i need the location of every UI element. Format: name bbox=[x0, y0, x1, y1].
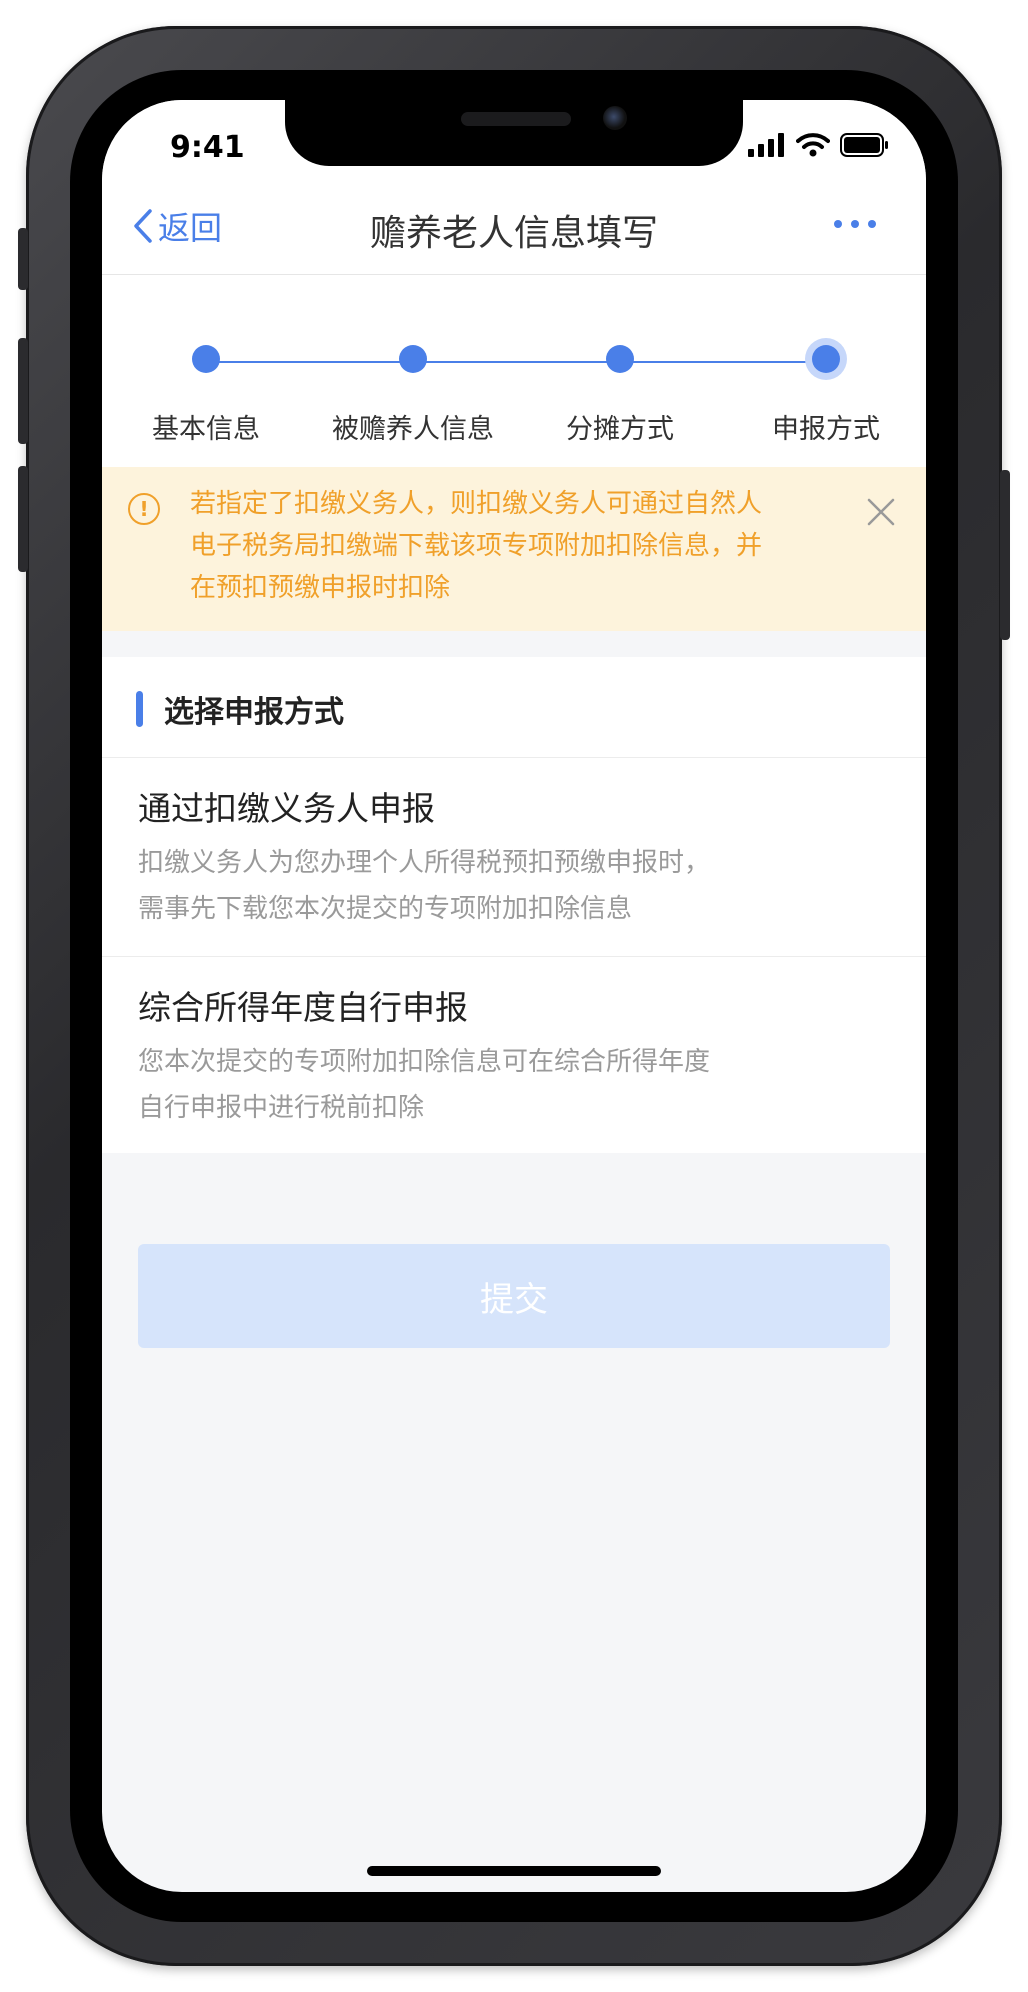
step-dependent-info: 被赡养人信息 bbox=[313, 345, 513, 446]
notice-banner: ! 若指定了扣缴义务人，则扣缴义务人可通过自然人 电子税务局扣缴端下载该项专项附… bbox=[102, 467, 926, 631]
section-accent-bar bbox=[136, 691, 143, 727]
wifi-icon bbox=[796, 133, 830, 157]
more-dot-icon bbox=[851, 220, 859, 228]
option-content: 通过扣缴义务人申报 扣缴义务人为您办理个人所得税预扣预缴申报时， 需事先下载您本… bbox=[138, 786, 890, 932]
option-self-annual-declaration[interactable]: 综合所得年度自行申报 您本次提交的专项附加扣除信息可在综合所得年度 自行申报中进… bbox=[102, 956, 926, 1155]
battery-icon bbox=[840, 133, 888, 157]
option-desc-line: 您本次提交的专项附加扣除信息可在综合所得年度 bbox=[138, 1047, 711, 1077]
notice-line: 若指定了扣缴义务人，则扣缴义务人可通过自然人 bbox=[190, 489, 763, 519]
option-title: 综合所得年度自行申报 bbox=[138, 988, 468, 1027]
notice-line: 电子税务局扣缴端下载该项专项附加扣除信息，并 bbox=[190, 531, 763, 561]
option-desc-line: 扣缴义务人为您办理个人所得税预扣预缴申报时， bbox=[138, 848, 711, 878]
page-title: 赡养老人信息填写 bbox=[369, 213, 658, 254]
option-description: 您本次提交的专项附加扣除信息可在综合所得年度 自行申报中进行税前扣除 bbox=[138, 1039, 890, 1131]
step-label: 基本信息 bbox=[152, 414, 260, 445]
volume-down-button bbox=[18, 466, 28, 572]
section-header: 选择申报方式 bbox=[102, 657, 926, 758]
nav-bar: 返回 赡养老人信息填写 bbox=[102, 180, 926, 275]
info-alert-icon: ! bbox=[128, 493, 160, 525]
notice-line: 在预扣预缴申报时扣除 bbox=[190, 573, 451, 603]
step-label: 申报方式 bbox=[772, 414, 880, 445]
cellular-signal-icon bbox=[748, 133, 784, 157]
step-declaration-method: 申报方式 bbox=[726, 345, 926, 446]
status-icons bbox=[748, 132, 890, 158]
close-icon[interactable] bbox=[866, 497, 896, 527]
declaration-method-section: 选择申报方式 通过扣缴义务人申报 扣缴义务人为您办理个人所得税预扣预缴申报时， … bbox=[102, 657, 926, 1153]
option-title: 通过扣缴义务人申报 bbox=[138, 789, 435, 828]
more-dot-icon bbox=[868, 220, 876, 228]
option-content: 综合所得年度自行申报 您本次提交的专项附加扣除信息可在综合所得年度 自行申报中进… bbox=[138, 985, 890, 1131]
step-dot-current bbox=[812, 345, 840, 373]
mute-switch bbox=[18, 228, 28, 290]
status-time: 9:41 bbox=[170, 130, 245, 165]
notch bbox=[285, 100, 743, 166]
step-label: 被赡养人信息 bbox=[332, 414, 494, 445]
step-basic-info: 基本信息 bbox=[106, 345, 306, 446]
more-dot-icon bbox=[834, 220, 842, 228]
section-title: 选择申报方式 bbox=[164, 695, 344, 730]
step-dot bbox=[606, 345, 634, 373]
step-dot bbox=[399, 345, 427, 373]
notice-text: 若指定了扣缴义务人，则扣缴义务人可通过自然人 电子税务局扣缴端下载该项专项附加扣… bbox=[190, 483, 830, 609]
progress-steps: 基本信息 被赡养人信息 分摊方式 申报方式 bbox=[102, 275, 926, 467]
option-withholding-agent[interactable]: 通过扣缴义务人申报 扣缴义务人为您办理个人所得税预扣预缴申报时， 需事先下载您本… bbox=[102, 758, 926, 956]
screen: 9:41 返回 赡养老人信息填写 基本信息 被赡养人信息 分摊方式 申报方式 !… bbox=[102, 100, 926, 1892]
step-label: 分摊方式 bbox=[566, 414, 674, 445]
step-dot bbox=[192, 345, 220, 373]
submit-button[interactable]: 提交 bbox=[138, 1244, 890, 1348]
home-indicator bbox=[367, 1866, 661, 1876]
power-button bbox=[1000, 470, 1010, 640]
more-menu-button[interactable] bbox=[834, 220, 876, 228]
option-desc-line: 自行申报中进行税前扣除 bbox=[138, 1093, 425, 1123]
front-camera bbox=[603, 106, 627, 130]
volume-up-button bbox=[18, 338, 28, 444]
option-desc-line: 需事先下载您本次提交的专项附加扣除信息 bbox=[138, 894, 633, 924]
speaker bbox=[461, 112, 571, 126]
step-allocation-method: 分摊方式 bbox=[520, 345, 720, 446]
option-description: 扣缴义务人为您办理个人所得税预扣预缴申报时， 需事先下载您本次提交的专项附加扣除… bbox=[138, 840, 890, 932]
